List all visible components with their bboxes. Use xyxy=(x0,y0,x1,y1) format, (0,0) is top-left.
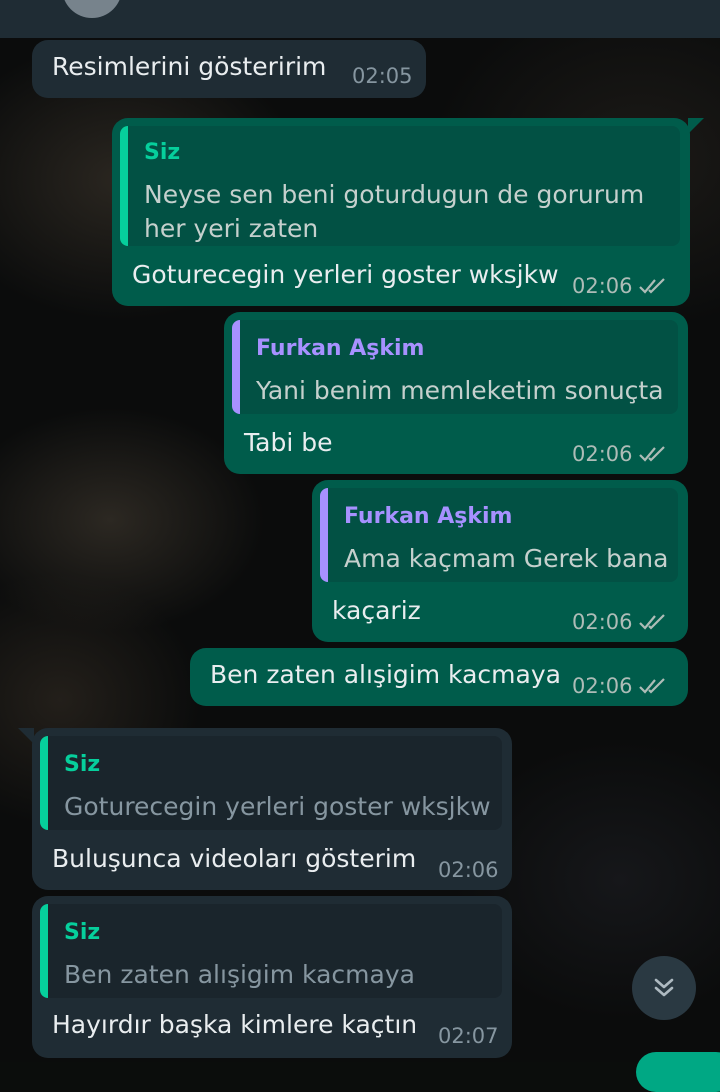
quote-accent-bar xyxy=(40,736,48,830)
message-text: Tabi be xyxy=(244,428,333,457)
compose-action-button[interactable] xyxy=(636,1052,720,1092)
message-text: kaçariz xyxy=(332,596,421,625)
quote-text-line: Neyse sen beni goturdugun de gorurum xyxy=(144,180,645,209)
quote-author: Siz xyxy=(64,752,101,777)
quoted-message[interactable]: Siz Neyse sen beni goturdugun de gorurum… xyxy=(120,126,680,246)
quote-author: Siz xyxy=(64,920,101,945)
message-text: Ben zaten alışigim kacmaya xyxy=(210,660,561,689)
message-text: Hayırdır başka kimlere kaçtın xyxy=(52,1010,418,1039)
quoted-message[interactable]: Furkan Aşkim Yani benim memleketim sonuç… xyxy=(232,320,678,414)
double-check-icon xyxy=(639,678,665,694)
quote-text-line: Ben zaten alışigim kacmaya xyxy=(64,960,415,989)
quote-accent-bar xyxy=(320,488,328,582)
message-bubble[interactable]: Resimlerini gösteririm 02:05 xyxy=(32,40,426,98)
quote-text-line: her yeri zaten xyxy=(144,214,319,243)
bubble-tail xyxy=(688,118,704,134)
double-check-icon xyxy=(639,614,665,630)
message-time: 02:05 xyxy=(352,64,413,88)
quote-accent-bar xyxy=(232,320,240,414)
quote-accent-bar xyxy=(120,126,128,246)
message-text: Buluşunca videoları gösterim xyxy=(52,844,417,873)
double-check-icon xyxy=(639,446,665,462)
quote-text-line: Yani benim memleketim sonuçta xyxy=(256,376,664,405)
message-bubble[interactable]: Furkan Aşkim Ama kaçmam Gerek bana kaçar… xyxy=(312,480,688,642)
quote-author: Furkan Aşkim xyxy=(344,504,513,529)
quoted-message[interactable]: Siz Ben zaten alışigim kacmaya xyxy=(40,904,502,998)
scroll-to-bottom-button[interactable] xyxy=(632,956,696,1020)
quote-text-line: Ama kaçmam Gerek bana xyxy=(344,544,669,573)
quote-accent-bar xyxy=(40,904,48,998)
message-text: Resimlerini gösteririm xyxy=(52,52,327,81)
message-bubble[interactable]: Siz Neyse sen beni goturdugun de gorurum… xyxy=(112,118,690,306)
quoted-message[interactable]: Furkan Aşkim Ama kaçmam Gerek bana xyxy=(320,488,678,582)
message-time: 02:06 xyxy=(572,610,633,634)
message-time: 02:06 xyxy=(572,442,633,466)
message-bubble[interactable]: Furkan Aşkim Yani benim memleketim sonuç… xyxy=(224,312,688,474)
double-chevron-down-icon xyxy=(654,978,674,997)
message-time: 02:06 xyxy=(438,858,499,882)
message-bubble[interactable]: Siz Ben zaten alışigim kacmaya Hayırdır … xyxy=(32,896,512,1058)
quoted-message[interactable]: Siz Goturecegin yerleri goster wksjkw xyxy=(40,736,502,830)
avatar[interactable] xyxy=(62,0,122,18)
quote-author: Siz xyxy=(144,140,181,165)
quote-text-line: Goturecegin yerleri goster wksjkw xyxy=(64,792,491,821)
quote-author: Furkan Aşkim xyxy=(256,336,425,361)
message-bubble[interactable]: Ben zaten alışigim kacmaya 02:06 xyxy=(190,648,688,706)
message-bubble[interactable]: Siz Goturecegin yerleri goster wksjkw Bu… xyxy=(32,728,512,890)
message-text: Goturecegin yerleri goster wksjkw xyxy=(132,260,559,289)
chat-header[interactable] xyxy=(0,0,720,38)
message-time: 02:06 xyxy=(572,274,633,298)
message-time: 02:07 xyxy=(438,1024,499,1048)
message-time: 02:06 xyxy=(572,674,633,698)
double-check-icon xyxy=(639,278,665,294)
